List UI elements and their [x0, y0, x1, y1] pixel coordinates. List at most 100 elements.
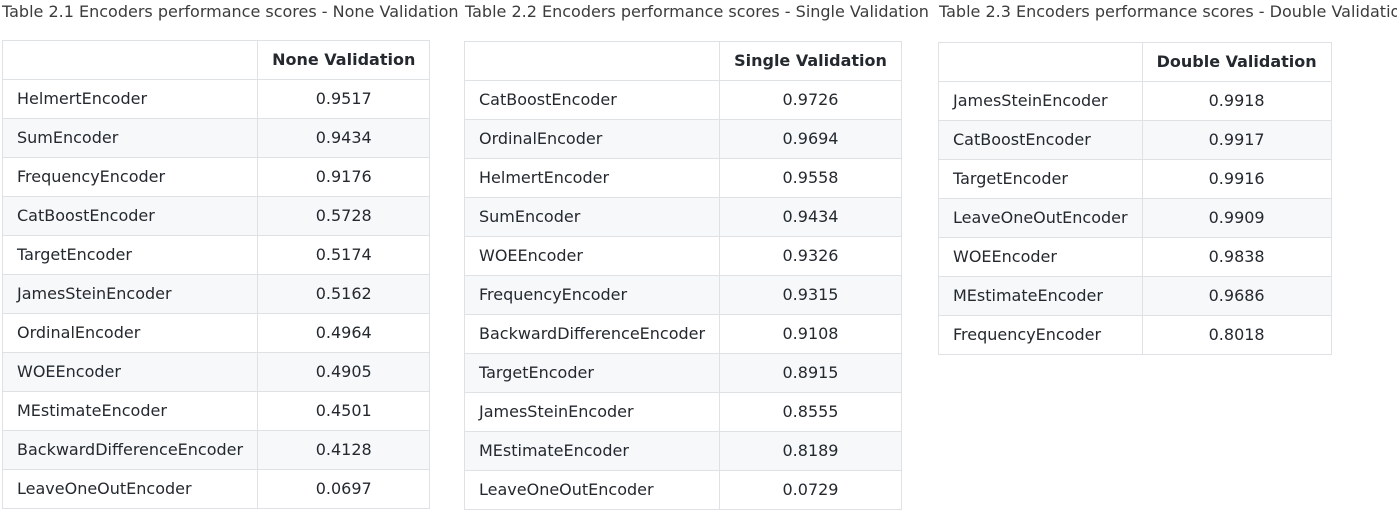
- table-row: HelmertEncoder 0.9558: [463, 158, 902, 198]
- table-row: BackwardDifferenceEncoder 0.9108: [463, 314, 902, 354]
- score-column-header: Double Validation: [1141, 42, 1332, 82]
- encoder-name-cell: WOEEncoder: [463, 236, 721, 276]
- score-cell: 0.8018: [1141, 315, 1332, 355]
- encoder-name-cell: CatBoostEncoder: [463, 80, 721, 120]
- table-row: LeaveOneOutEncoder 0.0697: [1, 469, 431, 509]
- score-cell: 0.9517: [257, 79, 431, 119]
- table-header-row: Double Validation: [938, 42, 1332, 82]
- table-row: CatBoostEncoder 0.9917: [938, 120, 1332, 160]
- none-validation-table: None Validation HelmertEncoder 0.9517 SumE…: [1, 40, 431, 509]
- encoder-column-header: [1, 40, 259, 80]
- score-cell: 0.9315: [719, 275, 902, 315]
- encoder-name-cell: LeaveOneOutEncoder: [1, 469, 259, 509]
- score-cell: 0.9108: [719, 314, 902, 354]
- encoder-name-cell: MEstimateEncoder: [463, 431, 721, 471]
- encoder-name-cell: LeaveOneOutEncoder: [938, 198, 1143, 238]
- encoder-name-cell: MEstimateEncoder: [1, 391, 259, 431]
- table-row: TargetEncoder 0.8915: [463, 353, 902, 393]
- table-row: JamesSteinEncoder 0.9918: [938, 81, 1332, 121]
- score-cell: 0.4501: [257, 391, 431, 431]
- encoder-name-cell: TargetEncoder: [1, 235, 259, 275]
- encoder-name-cell: CatBoostEncoder: [1, 196, 259, 236]
- table-row: WOEEncoder 0.9838: [938, 237, 1332, 277]
- table-row: CatBoostEncoder 0.5728: [1, 196, 431, 236]
- score-cell: 0.9694: [719, 119, 902, 159]
- score-cell: 0.9558: [719, 158, 902, 198]
- score-column-header: None Validation: [257, 40, 431, 80]
- score-cell: 0.4128: [257, 430, 431, 470]
- encoder-name-cell: JamesSteinEncoder: [938, 81, 1143, 121]
- score-cell: 0.5174: [257, 235, 431, 275]
- table-row: OrdinalEncoder 0.4964: [1, 313, 431, 353]
- table-row: LeaveOneOutEncoder 0.0729: [463, 470, 902, 510]
- score-cell: 0.9176: [257, 157, 431, 197]
- encoder-name-cell: WOEEncoder: [1, 352, 259, 392]
- encoder-name-cell: CatBoostEncoder: [938, 120, 1143, 160]
- table-caption: Table 2.2 Encoders performance scores - …: [465, 2, 929, 21]
- encoder-name-cell: WOEEncoder: [938, 237, 1143, 277]
- table-row: WOEEncoder 0.4905: [1, 352, 431, 392]
- score-cell: 0.0697: [257, 469, 431, 509]
- table-row: MEstimateEncoder 0.4501: [1, 391, 431, 431]
- score-cell: 0.0729: [719, 470, 902, 510]
- encoder-name-cell: FrequencyEncoder: [463, 275, 721, 315]
- score-cell: 0.9918: [1141, 81, 1332, 121]
- table-row: WOEEncoder 0.9326: [463, 236, 902, 276]
- table-row: FrequencyEncoder 0.9176: [1, 157, 431, 197]
- score-cell: 0.4964: [257, 313, 431, 353]
- score-cell: 0.9326: [719, 236, 902, 276]
- encoder-column-header: [938, 42, 1143, 82]
- score-cell: 0.8915: [719, 353, 902, 393]
- table-row: FrequencyEncoder 0.9315: [463, 275, 902, 315]
- table-caption: Table 2.1 Encoders performance scores - …: [2, 2, 459, 21]
- encoder-name-cell: SumEncoder: [463, 197, 721, 237]
- table-header-row: None Validation: [1, 40, 431, 80]
- table-row: FrequencyEncoder 0.8018: [938, 315, 1332, 355]
- score-cell: 0.5728: [257, 196, 431, 236]
- score-cell: 0.9917: [1141, 120, 1332, 160]
- table-row: MEstimateEncoder 0.9686: [938, 276, 1332, 316]
- score-cell: 0.9838: [1141, 237, 1332, 277]
- score-column-header: Single Validation: [719, 41, 902, 81]
- encoder-name-cell: OrdinalEncoder: [1, 313, 259, 353]
- score-cell: 0.4905: [257, 352, 431, 392]
- table-row: JamesSteinEncoder 0.5162: [1, 274, 431, 314]
- table-row: LeaveOneOutEncoder 0.9909: [938, 198, 1332, 238]
- table-row: TargetEncoder 0.9916: [938, 159, 1332, 199]
- encoder-name-cell: OrdinalEncoder: [463, 119, 721, 159]
- encoder-column-header: [463, 41, 721, 81]
- table-row: SumEncoder 0.9434: [1, 118, 431, 158]
- single-validation-table: Single Validation CatBoostEncoder 0.9726 O…: [463, 41, 902, 510]
- table-row: SumEncoder 0.9434: [463, 197, 902, 237]
- table-header-row: Single Validation: [463, 41, 902, 81]
- table-row: CatBoostEncoder 0.9726: [463, 80, 902, 120]
- encoder-name-cell: MEstimateEncoder: [938, 276, 1143, 316]
- encoder-name-cell: FrequencyEncoder: [1, 157, 259, 197]
- encoder-name-cell: HelmertEncoder: [463, 158, 721, 198]
- encoder-name-cell: JamesSteinEncoder: [463, 392, 721, 432]
- score-cell: 0.9916: [1141, 159, 1332, 199]
- score-cell: 0.9686: [1141, 276, 1332, 316]
- encoder-name-cell: BackwardDifferenceEncoder: [1, 430, 259, 470]
- encoder-name-cell: FrequencyEncoder: [938, 315, 1143, 355]
- score-cell: 0.9909: [1141, 198, 1332, 238]
- table-row: TargetEncoder 0.5174: [1, 235, 431, 275]
- encoder-name-cell: LeaveOneOutEncoder: [463, 470, 721, 510]
- score-cell: 0.8189: [719, 431, 902, 471]
- score-cell: 0.9434: [719, 197, 902, 237]
- score-cell: 0.9434: [257, 118, 431, 158]
- table-row: HelmertEncoder 0.9517: [1, 79, 431, 119]
- encoder-name-cell: HelmertEncoder: [1, 79, 259, 119]
- table-row: MEstimateEncoder 0.8189: [463, 431, 902, 471]
- encoder-name-cell: TargetEncoder: [938, 159, 1143, 199]
- double-validation-table: Double Validation JamesSteinEncoder 0.991…: [938, 42, 1332, 355]
- encoder-name-cell: SumEncoder: [1, 118, 259, 158]
- encoder-name-cell: BackwardDifferenceEncoder: [463, 314, 721, 354]
- table-row: JamesSteinEncoder 0.8555: [463, 392, 902, 432]
- score-cell: 0.9726: [719, 80, 902, 120]
- table-caption: Table 2.3 Encoders performance scores - …: [939, 2, 1397, 21]
- table-row: BackwardDifferenceEncoder 0.4128: [1, 430, 431, 470]
- encoder-name-cell: TargetEncoder: [463, 353, 721, 393]
- score-cell: 0.5162: [257, 274, 431, 314]
- encoder-name-cell: JamesSteinEncoder: [1, 274, 259, 314]
